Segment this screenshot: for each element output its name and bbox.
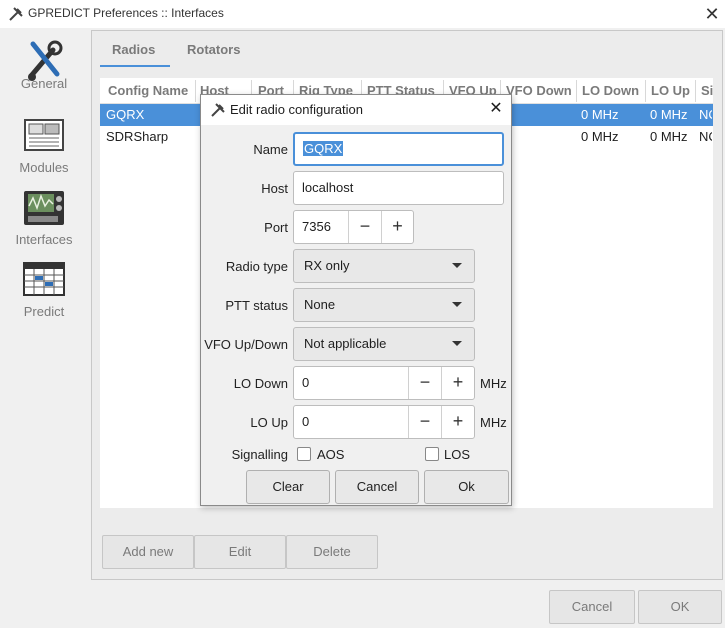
dialog-title: Edit radio configuration [230, 102, 363, 117]
modules-icon [23, 118, 65, 154]
cell-lo-down: 0 MHz [581, 107, 619, 122]
column-header-lo-up[interactable]: LO Up [651, 83, 690, 98]
gpredict-app-icon [210, 102, 226, 118]
column-header-vfo-down[interactable]: VFO Down [506, 83, 572, 98]
column-separator [195, 80, 196, 102]
interfaces-icon [23, 190, 65, 226]
host-label: Host [261, 181, 288, 196]
tab-rotators[interactable]: Rotators [187, 42, 240, 57]
sidebar-item-general[interactable]: General [0, 38, 88, 91]
chevron-down-icon [452, 263, 462, 268]
lo-down-unit: MHz [480, 376, 507, 391]
column-header-lo-down[interactable]: LO Down [582, 83, 639, 98]
sidebar-item-predict[interactable]: Predict [0, 262, 88, 319]
signalling-label: Signalling [231, 447, 288, 462]
vfo-value: Not applicable [304, 336, 387, 351]
port-value: 7356 [302, 219, 331, 234]
cell-config-name: SDRSharp [106, 129, 169, 144]
column-separator [576, 80, 577, 102]
cell-lo-down: 0 MHz [581, 129, 619, 144]
dialog-ok-button[interactable]: Ok [424, 470, 509, 504]
column-separator [645, 80, 646, 102]
edit-button[interactable]: Edit [194, 535, 286, 569]
calendar-grid-icon [23, 262, 65, 298]
port-decrement-button[interactable]: − [349, 211, 381, 243]
lo-down-label: LO Down [233, 376, 288, 391]
chevron-down-icon [452, 341, 462, 346]
radio-type-value: RX only [304, 258, 350, 273]
chevron-down-icon [452, 302, 462, 307]
lo-up-unit: MHz [480, 415, 507, 430]
sidebar-item-interfaces[interactable]: Interfaces [0, 190, 88, 247]
name-field[interactable]: GQRX [293, 132, 504, 166]
port-increment-button[interactable]: + [382, 211, 413, 243]
port-label: Port [264, 220, 288, 235]
window-close-icon[interactable]: ✕ [702, 4, 722, 24]
lo-up-label: LO Up [250, 415, 288, 430]
lo-down-value: 0 [302, 375, 310, 390]
gpredict-app-icon [8, 6, 24, 22]
radio-type-dropdown[interactable]: RX only [293, 249, 475, 283]
column-header-config-name[interactable]: Config Name [108, 83, 188, 98]
ptt-status-dropdown[interactable]: None [293, 288, 475, 322]
cell-lo-up: 0 MHz [650, 129, 688, 144]
cancel-button[interactable]: Cancel [549, 590, 635, 624]
vfo-label: VFO Up/Down [204, 337, 288, 352]
name-value-selected: GQRX [303, 141, 344, 156]
cell-signalling: NC [699, 107, 712, 122]
dialog-cancel-button[interactable]: Cancel [335, 470, 419, 504]
los-checkbox[interactable] [425, 447, 439, 461]
lo-up-decrement-button[interactable]: − [409, 406, 441, 438]
aos-checkbox[interactable] [297, 447, 311, 461]
active-tab-indicator [100, 65, 170, 67]
cell-signalling: NC [699, 129, 712, 144]
column-separator [695, 80, 696, 102]
lo-up-increment-button[interactable]: + [442, 406, 474, 438]
cell-config-name: GQRX [106, 107, 145, 122]
wrench-screwdriver-icon [23, 38, 65, 81]
cell-lo-up: 0 MHz [650, 107, 688, 122]
host-field[interactable]: localhost [293, 171, 504, 205]
sidebar-item-label: Interfaces [15, 232, 73, 247]
tab-radios[interactable]: Radios [112, 42, 155, 57]
sidebar-item-modules[interactable]: Modules [0, 118, 88, 175]
dialog-close-icon[interactable]: ✕ [486, 99, 506, 119]
lo-up-value: 0 [302, 414, 310, 429]
lo-down-decrement-button[interactable]: − [409, 367, 441, 399]
lo-down-increment-button[interactable]: + [442, 367, 474, 399]
ptt-status-value: None [304, 297, 336, 312]
window-title: GPREDICT Preferences :: Interfaces [28, 6, 224, 20]
radio-type-label: Radio type [225, 259, 288, 274]
clear-button[interactable]: Clear [246, 470, 330, 504]
los-label: LOS [444, 447, 471, 462]
ok-button[interactable]: OK [638, 590, 722, 624]
column-header-signalling[interactable]: Si [701, 83, 713, 98]
sidebar-item-label: General [20, 76, 68, 91]
vfo-dropdown[interactable]: Not applicable [293, 327, 475, 361]
add-new-button[interactable]: Add new [102, 535, 194, 569]
sidebar-item-label: Modules [19, 160, 69, 175]
sidebar-item-label: Predict [23, 304, 65, 319]
delete-button[interactable]: Delete [286, 535, 378, 569]
aos-label: AOS [317, 447, 345, 462]
ptt-status-label: PTT status [225, 298, 288, 313]
name-label: Name [253, 142, 288, 157]
